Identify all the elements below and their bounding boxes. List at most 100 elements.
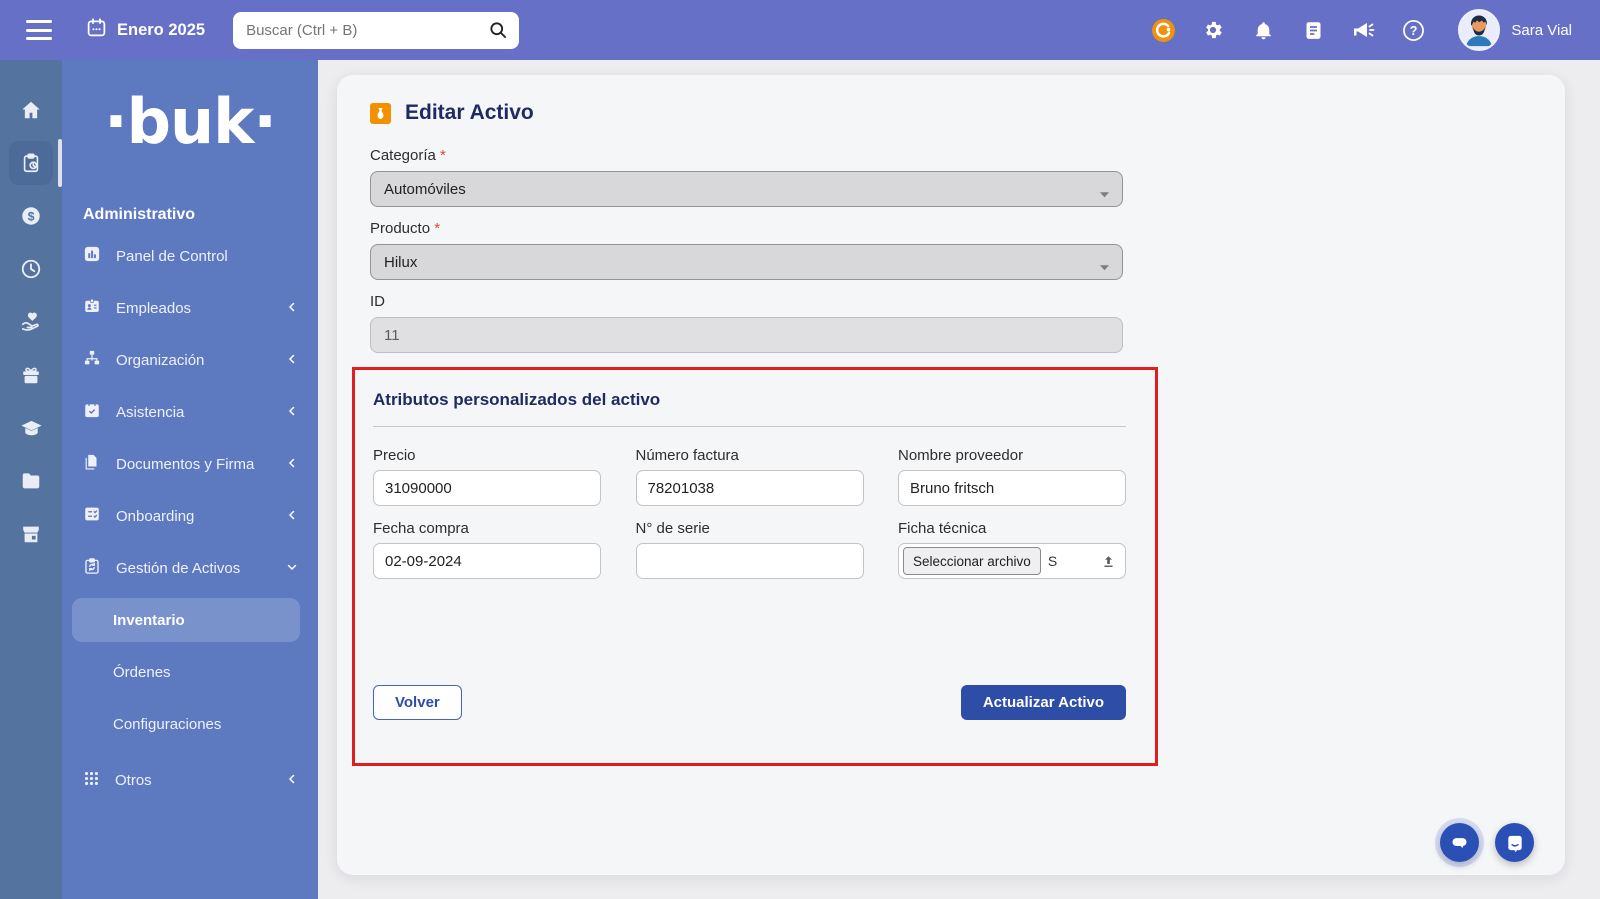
rail-asset-management-icon[interactable] bbox=[9, 141, 53, 185]
sidebar-item-label: Panel de Control bbox=[116, 248, 228, 265]
select-file-button[interactable]: Seleccionar archivo bbox=[903, 547, 1041, 575]
rail-training-icon[interactable] bbox=[9, 406, 53, 450]
search-icon[interactable] bbox=[488, 20, 508, 45]
producto-select[interactable]: Hilux bbox=[370, 244, 1123, 280]
nombre-proveedor-label: Nombre proveedor bbox=[898, 447, 1126, 464]
ficha-tecnica-label: Ficha técnica bbox=[898, 520, 1126, 537]
fecha-compra-field: Fecha compra bbox=[373, 520, 601, 579]
sidebar-subitem-ordenes[interactable]: Órdenes bbox=[62, 646, 318, 698]
file-name-text: S bbox=[1048, 553, 1057, 569]
rail-time-icon[interactable] bbox=[9, 247, 53, 291]
culture-icon[interactable] bbox=[1150, 17, 1176, 43]
page-title-row: Editar Activo bbox=[370, 101, 1565, 125]
numero-factura-field: Número factura bbox=[636, 447, 864, 506]
fecha-compra-input[interactable] bbox=[373, 543, 601, 579]
buk-logo: ·buk· bbox=[62, 60, 318, 182]
sidebar-item-empleados[interactable]: Empleados bbox=[62, 282, 318, 334]
rail-marketplace-icon[interactable] bbox=[9, 512, 53, 556]
precio-input[interactable] bbox=[373, 470, 601, 506]
calendar-check-icon bbox=[83, 401, 101, 423]
chevron-down-icon bbox=[1099, 186, 1110, 203]
asset-tag-icon bbox=[370, 103, 391, 124]
avatar bbox=[1458, 9, 1500, 51]
nombre-proveedor-input[interactable] bbox=[898, 470, 1126, 506]
sidebar-item-label: Organización bbox=[116, 352, 204, 369]
chat-bubble-button[interactable] bbox=[1440, 823, 1479, 862]
dashboard-icon bbox=[83, 245, 101, 267]
id-input bbox=[370, 317, 1123, 353]
chevron-down-icon bbox=[1099, 259, 1110, 276]
sidebar-item-otros[interactable]: Otros bbox=[62, 754, 318, 806]
sidebar-subitem-inventario[interactable]: Inventario bbox=[72, 598, 300, 642]
numero-serie-input[interactable] bbox=[636, 543, 864, 579]
sidebar-item-gestion-de-activos[interactable]: Gestión de Activos bbox=[62, 542, 318, 594]
categoria-value: Automóviles bbox=[384, 181, 466, 198]
rail-folder-icon[interactable] bbox=[9, 459, 53, 503]
news-document-icon[interactable] bbox=[1300, 17, 1326, 43]
ficha-tecnica-field: Ficha técnica Seleccionar archivo S bbox=[898, 520, 1126, 579]
sidebar-subitem-configuraciones[interactable]: Configuraciones bbox=[62, 698, 318, 750]
categoria-select[interactable]: Automóviles bbox=[370, 171, 1123, 207]
user-menu[interactable]: Sara Vial bbox=[1458, 9, 1572, 51]
back-button[interactable]: Volver bbox=[373, 685, 462, 720]
numero-factura-input[interactable] bbox=[636, 470, 864, 506]
categoria-label: Categoría * bbox=[370, 147, 1123, 164]
rail-home-icon[interactable] bbox=[9, 88, 53, 132]
page-title: Editar Activo bbox=[405, 101, 534, 125]
sidebar-item-label: Empleados bbox=[116, 300, 191, 317]
id-label: ID bbox=[370, 293, 1123, 310]
chevron-left-icon bbox=[286, 404, 298, 421]
sidebar-item-asistencia[interactable]: Asistencia bbox=[62, 386, 318, 438]
search-input[interactable] bbox=[233, 12, 519, 49]
sidebar-item-organizacion[interactable]: Organización bbox=[62, 334, 318, 386]
custom-attributes-section: Atributos personalizados del activo Prec… bbox=[352, 367, 1158, 766]
svg-text:?: ? bbox=[1410, 23, 1418, 37]
sidebar-item-label: Otros bbox=[115, 772, 152, 789]
required-mark: * bbox=[434, 220, 440, 237]
ficha-tecnica-file-input[interactable]: Seleccionar archivo S bbox=[898, 543, 1126, 579]
fecha-compra-label: Fecha compra bbox=[373, 520, 601, 537]
support-chat-button[interactable] bbox=[1495, 823, 1534, 862]
menu-toggle-button[interactable] bbox=[26, 20, 52, 40]
sidebar-item-label: Documentos y Firma bbox=[116, 456, 254, 473]
categoria-field-group: Categoría * Automóviles bbox=[370, 147, 1123, 207]
required-mark: * bbox=[440, 147, 446, 164]
settings-gear-icon[interactable] bbox=[1200, 17, 1226, 43]
precio-field: Precio bbox=[373, 447, 601, 506]
module-title: Administrativo bbox=[62, 182, 318, 230]
custom-attributes-title: Atributos personalizados del activo bbox=[373, 390, 1155, 410]
chevron-down-icon bbox=[286, 560, 298, 577]
edit-asset-card: Editar Activo Categoría * Automóviles Pr… bbox=[337, 75, 1565, 875]
help-icon[interactable]: ? bbox=[1400, 17, 1426, 43]
rail-payroll-icon[interactable]: $ bbox=[9, 194, 53, 238]
chevron-left-icon bbox=[286, 352, 298, 369]
announcements-megaphone-icon[interactable] bbox=[1350, 17, 1376, 43]
checklist-icon bbox=[83, 505, 101, 527]
user-name: Sara Vial bbox=[1511, 22, 1572, 39]
calendar-icon bbox=[86, 17, 107, 43]
sidebar-item-onboarding[interactable]: Onboarding bbox=[62, 490, 318, 542]
period-label: Enero 2025 bbox=[117, 21, 205, 40]
sidebar-subitem-label: Órdenes bbox=[113, 664, 171, 681]
main-area: Editar Activo Categoría * Automóviles Pr… bbox=[318, 60, 1600, 899]
producto-label: Producto * bbox=[370, 220, 1123, 237]
precio-label: Precio bbox=[373, 447, 601, 464]
topbar: Enero 2025 ? Sara Vial bbox=[0, 0, 1600, 60]
sidebar-subitem-label: Inventario bbox=[113, 612, 185, 629]
chevron-left-icon bbox=[286, 456, 298, 473]
notifications-bell-icon[interactable] bbox=[1250, 17, 1276, 43]
numero-serie-label: N° de serie bbox=[636, 520, 864, 537]
grid-icon bbox=[83, 770, 100, 791]
rail-gift-icon[interactable] bbox=[9, 353, 53, 397]
update-asset-button[interactable]: Actualizar Activo bbox=[961, 685, 1126, 720]
period-selector[interactable]: Enero 2025 bbox=[86, 17, 205, 43]
sidebar-item-panel-de-control[interactable]: Panel de Control bbox=[62, 230, 318, 282]
clipboard-sync-icon bbox=[83, 557, 101, 579]
chevron-left-icon bbox=[286, 508, 298, 525]
sidebar-item-documentos-y-firma[interactable]: Documentos y Firma bbox=[62, 438, 318, 490]
numero-factura-label: Número factura bbox=[636, 447, 864, 464]
numero-serie-field: N° de serie bbox=[636, 520, 864, 579]
icon-rail: $ bbox=[0, 60, 62, 899]
svg-text:$: $ bbox=[28, 210, 35, 224]
rail-benefits-icon[interactable] bbox=[9, 300, 53, 344]
